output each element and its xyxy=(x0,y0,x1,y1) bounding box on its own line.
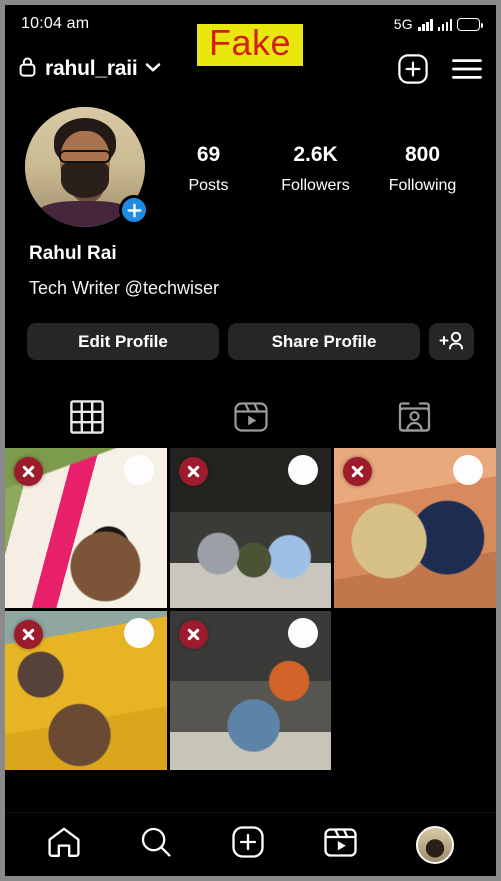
network-type-label: 5G xyxy=(393,16,413,32)
post-grid xyxy=(5,448,496,771)
stat-posts-label: Posts xyxy=(188,176,229,194)
home-icon xyxy=(47,826,81,863)
nav-reels[interactable] xyxy=(323,827,357,863)
stat-posts-value: 69 xyxy=(196,143,221,167)
stat-following-value: 800 xyxy=(404,143,441,167)
avatar[interactable] xyxy=(25,107,149,227)
profile-tabs xyxy=(5,390,496,448)
white-dot-icon[interactable] xyxy=(123,617,154,648)
stat-following[interactable]: 800 Following xyxy=(387,139,459,195)
add-person-icon xyxy=(439,331,465,353)
plus-square-icon[interactable] xyxy=(398,54,428,84)
search-icon xyxy=(140,826,172,863)
chevron-down-icon[interactable] xyxy=(145,60,161,78)
profile-full-name: Rahul Rai xyxy=(29,243,117,264)
profile-bio-text: Tech Writer @techwiser xyxy=(29,278,219,298)
nav-search[interactable] xyxy=(140,826,172,863)
bottom-navigation xyxy=(5,812,496,876)
grid-post-1[interactable] xyxy=(5,448,167,608)
profile-header: 69 Posts 2.6K Followers 800 Following xyxy=(5,95,496,227)
phone-screen: 10:04 am 5G Fake rahul_raii 69 Posts 2.6… xyxy=(0,0,501,881)
stat-following-label: Following xyxy=(388,176,457,194)
profile-avatar-icon xyxy=(416,825,455,864)
grid-icon xyxy=(70,399,104,439)
nav-home[interactable] xyxy=(47,826,81,863)
stat-posts[interactable]: 69 Posts xyxy=(173,139,245,195)
status-indicators: 5G xyxy=(393,16,483,32)
remove-x-icon[interactable] xyxy=(14,619,43,649)
stat-followers-value: 2.6K xyxy=(293,143,338,167)
reels-icon xyxy=(233,401,268,438)
reels-icon xyxy=(323,827,357,863)
plus-square-icon xyxy=(232,826,264,863)
grid-post-3[interactable] xyxy=(334,448,496,608)
profile-action-row: Edit Profile Share Profile xyxy=(5,299,496,360)
lock-icon xyxy=(19,56,36,82)
grid-post-4[interactable] xyxy=(5,610,167,771)
status-time: 10:04 am xyxy=(21,15,90,32)
signal-bars-icon xyxy=(418,18,433,31)
white-dot-icon[interactable] xyxy=(123,455,154,485)
white-dot-icon[interactable] xyxy=(288,617,319,648)
nav-create[interactable] xyxy=(232,826,264,863)
share-profile-button[interactable]: Share Profile xyxy=(228,323,420,360)
add-story-button[interactable] xyxy=(119,195,149,225)
profile-stats: 69 Posts 2.6K Followers 800 Following xyxy=(145,139,476,195)
battery-icon xyxy=(457,17,483,31)
remove-x-icon[interactable] xyxy=(178,457,208,486)
grid-empty-slot xyxy=(334,610,496,771)
profile-bio-block: Rahul Rai Tech Writer @techwiser xyxy=(5,227,496,299)
stat-followers[interactable]: 2.6K Followers xyxy=(280,139,352,195)
remove-x-icon[interactable] xyxy=(14,457,43,486)
nav-profile[interactable] xyxy=(416,825,455,864)
remove-x-icon[interactable] xyxy=(178,619,208,649)
tagged-person-icon xyxy=(398,401,431,438)
hamburger-menu-icon[interactable] xyxy=(452,58,482,80)
tab-reels[interactable] xyxy=(169,390,333,448)
signal-bars-icon-2 xyxy=(437,18,452,31)
top-bar-actions xyxy=(398,54,482,84)
tab-tagged[interactable] xyxy=(332,390,496,448)
tab-grid[interactable] xyxy=(5,390,169,448)
profile-username[interactable]: rahul_raii xyxy=(45,57,138,81)
stat-followers-label: Followers xyxy=(281,176,350,194)
add-person-button[interactable] xyxy=(429,323,474,360)
grid-post-5[interactable] xyxy=(169,610,332,771)
fake-watermark: Fake xyxy=(197,23,304,66)
edit-profile-button[interactable]: Edit Profile xyxy=(27,323,219,360)
grid-post-2[interactable] xyxy=(169,448,332,608)
white-dot-icon[interactable] xyxy=(453,455,483,485)
